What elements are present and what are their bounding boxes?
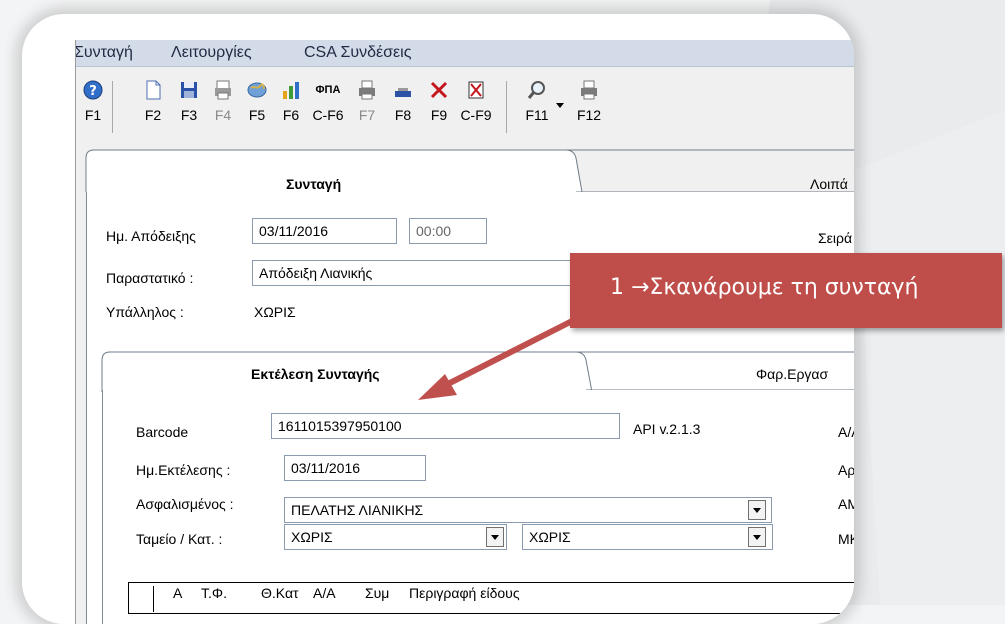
bar-chart-icon	[280, 79, 302, 101]
tab-other[interactable]: Λοιπά	[810, 176, 848, 192]
grid-header-category: Θ.Κατ	[261, 585, 299, 601]
fund-select[interactable]: ΧΩΡΙΣ	[284, 524, 507, 550]
employee-label: Υπάλληλος :	[106, 304, 184, 320]
toolbar-button-f5[interactable]: F5	[240, 79, 274, 123]
toolbar-button-f12[interactable]: F12	[572, 79, 606, 123]
vat-icon: ΦΠΑ	[315, 84, 341, 96]
grid-header-sym: Συμ	[365, 585, 390, 601]
callout-text: 1 →Σκανάρουμε τη συνταγή	[610, 275, 919, 300]
tab-prescription[interactable]: Συνταγή	[286, 176, 341, 192]
exec-date-field[interactable]: 03/11/2016	[284, 455, 426, 481]
grid-header-a: Α	[173, 585, 183, 601]
insured-label: Ασφαλισμένος :	[136, 496, 234, 512]
fund-dropdown-button[interactable]	[486, 527, 504, 547]
inner-tab-strip	[101, 351, 854, 392]
items-grid-header: Α Τ.Φ. Θ.Κατ Α/Α Συμ Περιγραφή είδους	[128, 582, 854, 614]
ar-label: Αρ.	[838, 462, 854, 478]
api-version: API v.2.1.3	[633, 421, 701, 437]
toolbar-button-c-f6[interactable]: ΦΠΑ C-F6	[308, 79, 348, 123]
tab-pharmacy-work[interactable]: Φαρ.Εργασ	[756, 366, 828, 382]
chevron-down-icon[interactable]	[556, 103, 564, 108]
toolbar-button-f11[interactable]: F11	[520, 79, 554, 123]
menu-item-functions[interactable]: Λειτουργίες	[171, 44, 252, 62]
app-window: Συνταγή Λειτουργίες CSA Συνδέσεις ? F1 F…	[75, 40, 854, 624]
grid-header-blank	[135, 586, 154, 612]
document-label: Παραστατικό :	[106, 270, 194, 286]
grid-header-aa: Α/Α	[313, 585, 336, 601]
series-label: Σειρά	[818, 230, 853, 246]
new-document-icon	[142, 79, 164, 101]
print-form-icon	[212, 79, 234, 101]
toolbar-separator	[112, 81, 113, 133]
category-dropdown-button[interactable]	[748, 527, 766, 547]
printer-icon	[356, 79, 378, 101]
receipt-time-field[interactable]: 00:00	[409, 218, 487, 244]
mk-label: ΜΚ	[838, 531, 854, 547]
toolbar-button-f1[interactable]: ? F1	[76, 79, 110, 123]
receipt-date-field[interactable]: 03/11/2016	[252, 218, 397, 244]
grid-header-description: Περιγραφή είδους	[409, 585, 520, 601]
receipt-date-label: Ημ. Απόδειξης	[106, 228, 196, 244]
outer-tab-strip	[85, 149, 854, 193]
exec-date-label: Ημ.Εκτέλεσης :	[136, 462, 231, 478]
callout-box: 1 →Σκανάρουμε τη συνταγή	[570, 253, 1002, 328]
insured-dropdown-button[interactable]	[748, 500, 766, 520]
delete-icon	[428, 79, 450, 101]
search-icon	[526, 79, 548, 101]
barcode-label: Barcode	[136, 424, 189, 440]
fund-label: Ταμείο / Κατ. :	[136, 531, 223, 547]
menu-bar: Συνταγή Λειτουργίες CSA Συνδέσεις	[76, 40, 854, 67]
delete-document-icon	[465, 79, 487, 101]
toolbar-button-f8[interactable]: F8	[386, 79, 420, 123]
globe-icon	[246, 79, 268, 101]
barcode-input[interactable]: 1611015397950100	[271, 413, 620, 439]
grid-header-tf: Τ.Φ.	[201, 585, 227, 601]
toolbar-separator	[506, 81, 507, 133]
toolbar-button-f6[interactable]: F6	[274, 79, 308, 123]
toolbar-button-f2[interactable]: F2	[136, 79, 170, 123]
toolbar-button-c-f9[interactable]: C-F9	[456, 79, 496, 123]
toolbar-button-f9[interactable]: F9	[422, 79, 456, 123]
save-icon	[178, 79, 200, 101]
aa-label: Α/Α	[838, 424, 854, 440]
toolbar-button-f7[interactable]: F7	[350, 79, 384, 123]
am-label: ΑΜ	[838, 496, 854, 512]
svg-text:?: ?	[89, 84, 97, 99]
card-reader-icon	[392, 79, 414, 101]
tab-prescription-execution[interactable]: Εκτέλεση Συνταγής	[251, 366, 380, 382]
toolbar-button-f4[interactable]: F4	[206, 79, 240, 123]
toolbar-button-f3[interactable]: F3	[172, 79, 206, 123]
toolbar: ? F1 F2 F3 F4 F5 F6 ΦΠΑ C-F6 F7 F8 F9 C-…	[76, 77, 854, 141]
printer-icon	[578, 79, 600, 101]
category-select[interactable]: ΧΩΡΙΣ	[522, 524, 773, 550]
employee-value: ΧΩΡΙΣ	[254, 304, 296, 320]
menu-item-csa-connections[interactable]: CSA Συνδέσεις	[304, 44, 411, 62]
help-icon: ?	[82, 79, 104, 101]
menu-item-prescription[interactable]: Συνταγή	[76, 44, 133, 62]
insured-select[interactable]: ΠΕΛΑΤΗΣ ΛΙΑΝΙΚΗΣ	[284, 497, 772, 523]
